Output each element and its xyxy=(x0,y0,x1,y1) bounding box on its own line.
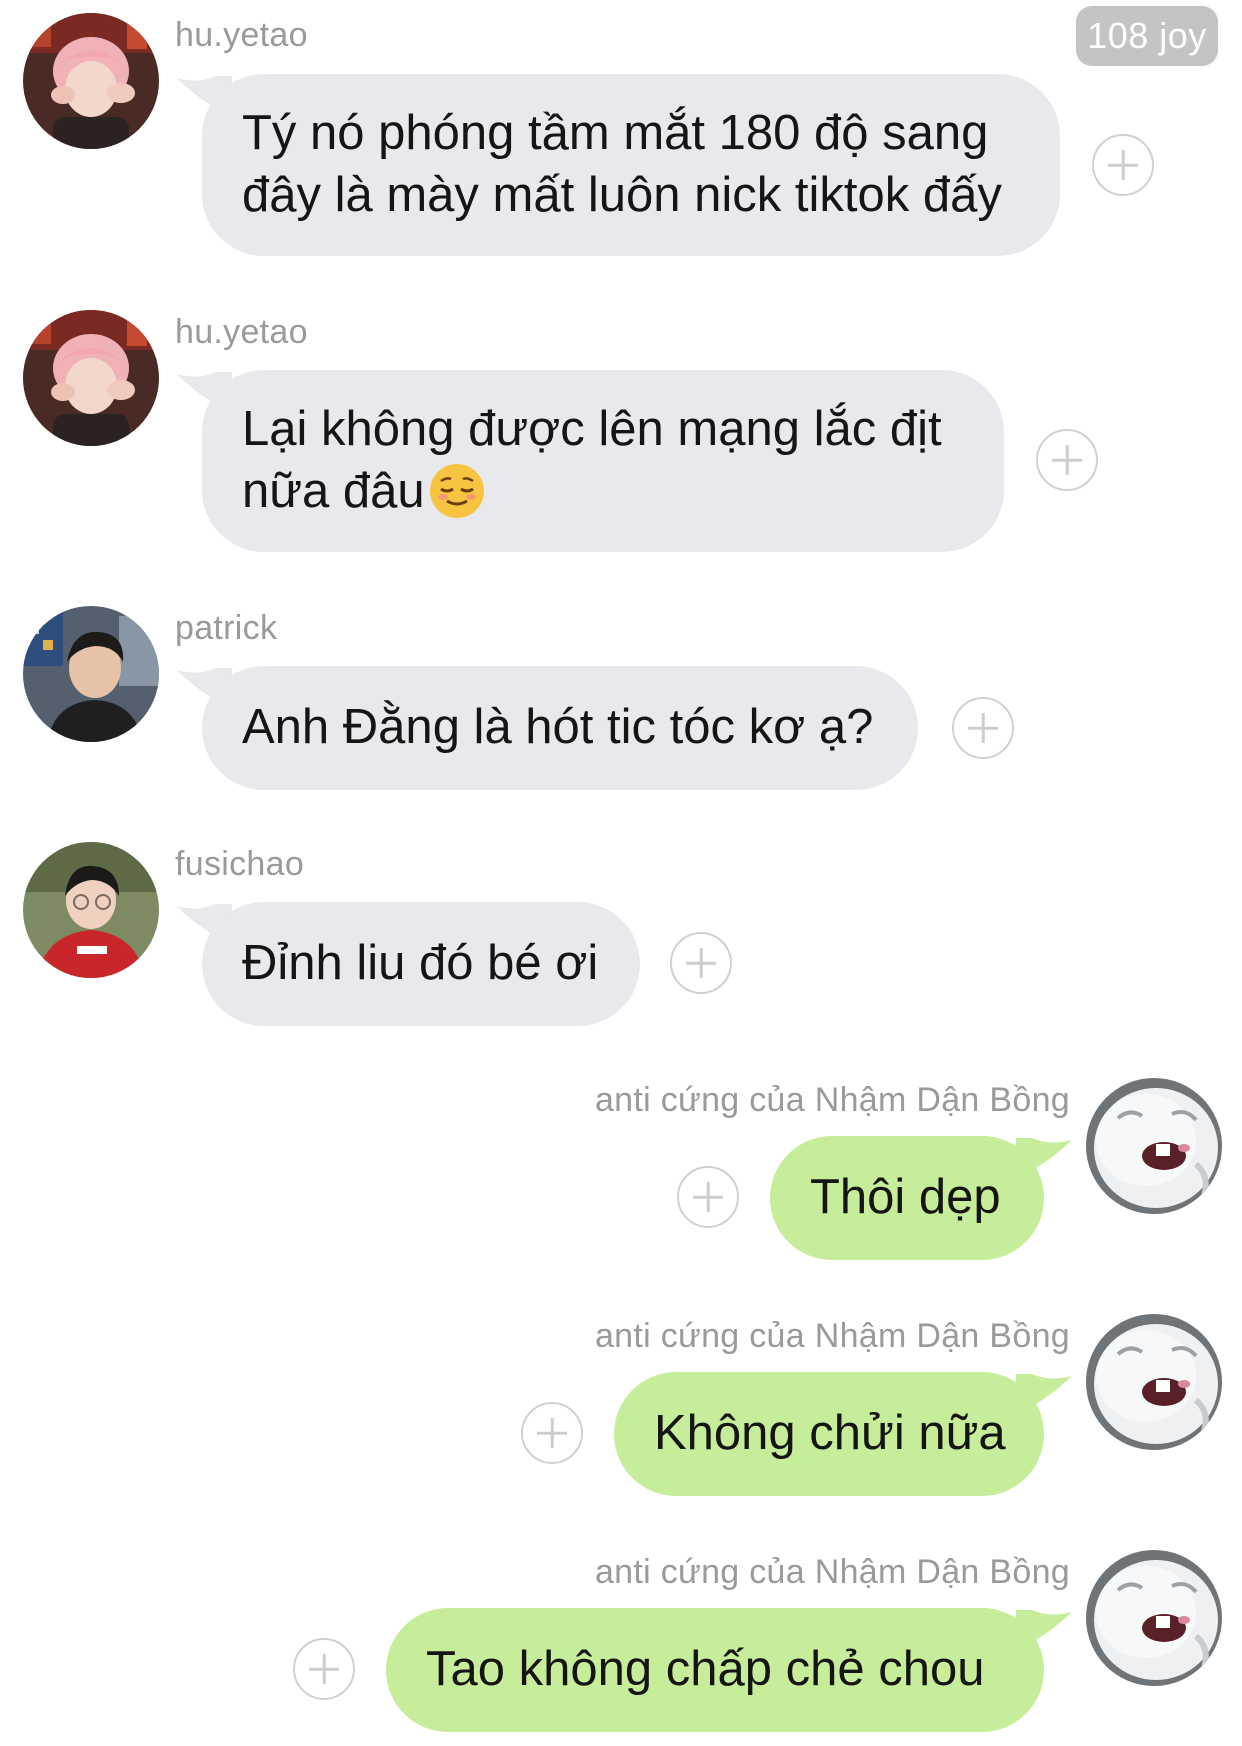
relieved-face-emoji-icon xyxy=(429,464,484,518)
message-bubble[interactable]: Đỉnh liu đó bé ơi xyxy=(202,902,640,1026)
add-reaction-button[interactable] xyxy=(1036,429,1098,491)
add-reaction-button[interactable] xyxy=(1092,134,1154,196)
message-bubble[interactable]: Thôi dẹp xyxy=(770,1136,1044,1260)
add-reaction-button[interactable] xyxy=(670,932,732,994)
message-text: Thôi dẹp xyxy=(810,1170,1001,1224)
white-bunny-avatar-icon[interactable] xyxy=(1086,1314,1222,1450)
sender-name: hu.yetao xyxy=(175,313,308,351)
message-text: Đỉnh liu đó bé ơi xyxy=(242,936,599,990)
pink-hair-avatar-icon[interactable] xyxy=(23,13,159,149)
add-reaction-button[interactable] xyxy=(293,1638,355,1700)
sender-name: anti cứng của Nhậm Dận Bồng xyxy=(594,1081,1070,1119)
sender-name: patrick xyxy=(175,609,278,647)
message-bubble[interactable]: Anh Đằng là hót tic tóc kơ ạ? xyxy=(202,666,918,790)
add-reaction-button[interactable] xyxy=(952,697,1014,759)
white-bunny-avatar-icon[interactable] xyxy=(1086,1550,1222,1686)
dark-hair-avatar-icon[interactable] xyxy=(23,606,159,742)
message-text: Tý nó phóng tầm mắt 180 độ sang đây là m… xyxy=(242,106,1002,222)
sender-name: anti cứng của Nhậm Dận Bồng xyxy=(594,1317,1070,1355)
message-text: Anh Đằng là hót tic tóc kơ ạ? xyxy=(242,700,874,754)
message-bubble[interactable]: Tao không chấp chẻ chou xyxy=(386,1608,1044,1732)
add-reaction-button[interactable] xyxy=(521,1402,583,1464)
message-bubble[interactable]: Không chửi nữa xyxy=(614,1372,1044,1496)
sender-name: fusichao xyxy=(175,845,305,883)
sender-name: hu.yetao xyxy=(175,16,308,54)
add-reaction-button[interactable] xyxy=(677,1166,739,1228)
pink-hair-avatar-icon[interactable] xyxy=(23,310,159,446)
message-bubble[interactable]: Tý nó phóng tầm mắt 180 độ sang đây là m… xyxy=(202,74,1060,256)
message-bubble[interactable]: Lại không được lên mạng lắc địt nữa đâu xyxy=(202,370,1004,552)
joy-count-badge: 108 joy xyxy=(1076,6,1218,66)
white-bunny-avatar-icon[interactable] xyxy=(1086,1078,1222,1214)
message-text: Lại không được lên mạng lắc địt nữa đâu xyxy=(242,402,942,518)
sender-name: anti cứng của Nhậm Dận Bồng xyxy=(594,1553,1070,1591)
message-text: Không chửi nữa xyxy=(654,1406,1006,1460)
message-text: Tao không chấp chẻ chou xyxy=(426,1642,985,1696)
red-hoodie-avatar-icon[interactable] xyxy=(23,842,159,978)
